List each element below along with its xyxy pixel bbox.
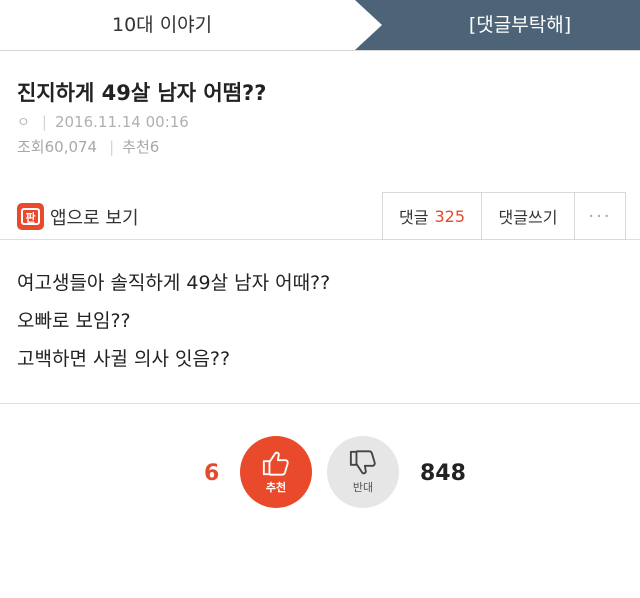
recommend-label: 추천 (122, 138, 150, 156)
post-header: 진지하게 49살 남자 어떰?? ㅇ | 2016.11.14 00:16 조회60… (0, 51, 640, 240)
post-body-line: 오빠로 보임?? (17, 310, 131, 332)
open-in-app-label: 앱으로 보기 (50, 207, 139, 229)
downvote-button[interactable]: 반대 (327, 436, 399, 508)
thumbs-up-icon (262, 451, 289, 476)
upvote-label: 추천 (265, 481, 287, 494)
meta-separator: | (109, 138, 115, 156)
views-label: 조회 (17, 138, 45, 156)
comments-count: 325 (434, 206, 465, 226)
views-count: 60,074 (44, 138, 98, 156)
post-date: 2016.11.14 00:16 (54, 113, 189, 131)
post-action-bar: 댓글 325 댓글쓰기 ··· (382, 192, 626, 240)
tab-arrow-divider (330, 0, 382, 50)
author-name[interactable]: ㅇ (17, 112, 30, 134)
more-options-button[interactable]: ··· (575, 193, 625, 239)
upvote-count: 6 (204, 461, 220, 486)
open-in-app-link[interactable]: 판 앱으로 보기 (17, 203, 139, 230)
vote-area: 6 추천 반대 848 (0, 404, 640, 570)
meta-separator: | (41, 113, 47, 131)
post-body: 여고생들아 솔직하게 49살 남자 어때?? 오빠로 보임?? 고백하면 사귈 … (0, 240, 640, 403)
downvote-count: 848 (420, 461, 466, 486)
post-meta-stats: 조회60,074 | 추천6 (17, 136, 640, 158)
write-comment-button[interactable]: 댓글쓰기 (482, 193, 575, 239)
downvote-label: 반대 (352, 481, 374, 494)
thumbs-down-icon (349, 450, 376, 475)
board-tabs: 10대 이야기 [댓글부탁해] (0, 0, 640, 50)
pann-app-icon-glyph: 판 (25, 211, 35, 225)
comments-label: 댓글 (399, 208, 429, 227)
pann-app-icon: 판 (17, 203, 44, 230)
comments-button[interactable]: 댓글 325 (383, 193, 482, 239)
post-body-line: 고백하면 사귈 의사 잇음?? (17, 348, 231, 370)
post-body-line: 여고생들아 솔직하게 49살 남자 어때?? (17, 272, 331, 294)
post-title: 진지하게 49살 남자 어떰?? (17, 81, 267, 105)
recommend-count: 6 (149, 138, 160, 156)
upvote-button[interactable]: 추천 (240, 436, 312, 508)
tab-teen-stories[interactable]: 10대 이야기 (0, 0, 355, 50)
post-meta-author-date: ㅇ | 2016.11.14 00:16 (17, 111, 640, 134)
tab-comment-please[interactable]: [댓글부탁해] (400, 0, 640, 50)
